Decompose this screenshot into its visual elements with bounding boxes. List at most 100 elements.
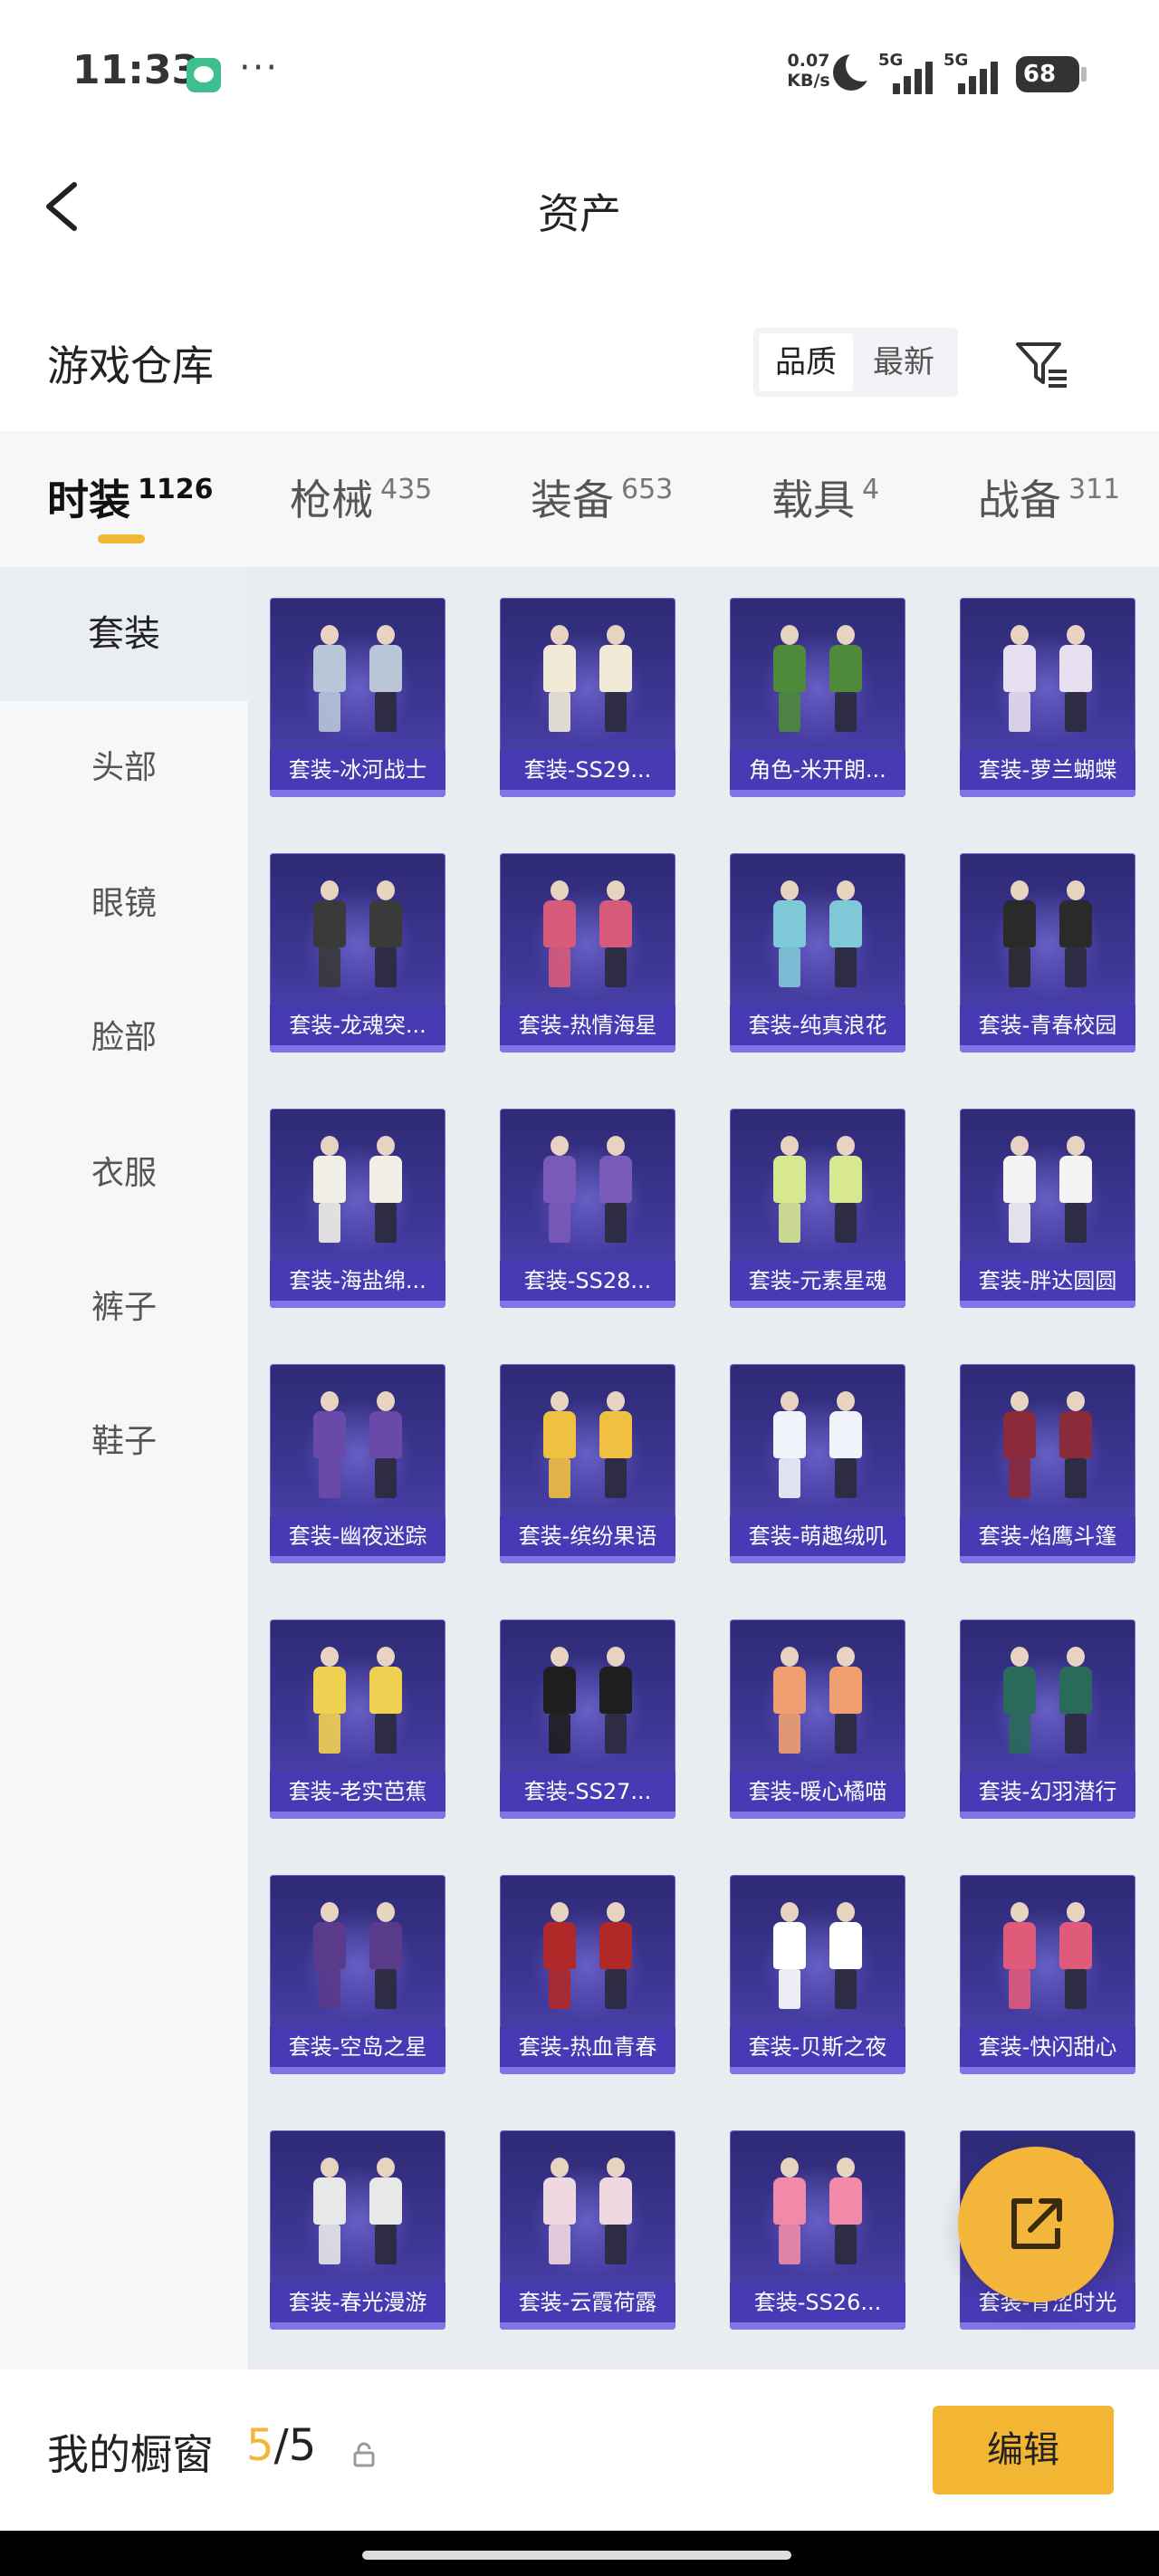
outfit-figure-icon <box>311 1902 348 2011</box>
tab-readiness[interactable]: 战备 311 <box>978 467 1121 524</box>
tab-guns[interactable]: 枪械 435 <box>290 467 432 524</box>
item-card[interactable]: 套装-贝斯之夜 <box>730 1875 905 2074</box>
item-rarity-bar <box>270 2067 445 2074</box>
outfit-figure-icon <box>1058 880 1094 989</box>
sort-newest-button[interactable]: 最新 <box>857 333 951 391</box>
more-dots-icon: ··· <box>239 47 280 89</box>
item-grid: 套装-冰河战士 套装-SS29... 角色-米开朗... 套装-萝兰蝴蝶套装-龙魂突.… <box>248 567 1159 2369</box>
item-card[interactable]: 套装-SS29... <box>500 598 675 797</box>
outfit-figure-icon <box>1001 880 1038 989</box>
item-card[interactable]: 套装-幽夜迷踪 <box>270 1364 445 1563</box>
item-rarity-bar <box>730 1556 905 1563</box>
item-card[interactable]: 套装-萌趣绒叽 <box>730 1364 905 1563</box>
item-card[interactable]: 套装-萝兰蝴蝶 <box>960 598 1135 797</box>
tab-vehicles[interactable]: 载具 4 <box>771 467 879 524</box>
outfit-figure-icon <box>828 1647 864 1755</box>
sidebar-item-glasses[interactable]: 眼镜 <box>0 837 248 971</box>
item-card[interactable]: 套装-SS27... <box>500 1620 675 1819</box>
sidebar-item-pants[interactable]: 裤子 <box>0 1241 248 1375</box>
item-card[interactable]: 套装-缤纷果语 <box>500 1364 675 1563</box>
edit-button[interactable]: 编辑 <box>933 2406 1114 2494</box>
item-card[interactable]: 套装-纯真浪花 <box>730 853 905 1053</box>
item-card[interactable]: 套装-云霞荷露 <box>500 2130 675 2330</box>
item-label: 套装-冰河战士 <box>270 750 445 790</box>
item-label: 套装-青春校园 <box>960 1005 1135 1045</box>
share-button[interactable] <box>958 2147 1114 2302</box>
filter-icon[interactable] <box>1012 335 1070 393</box>
item-card[interactable]: 套装-胖达圆圆 <box>960 1109 1135 1308</box>
sidebar-item-clothes[interactable]: 衣服 <box>0 1107 248 1241</box>
item-rarity-bar <box>270 1301 445 1308</box>
outfit-figure-icon <box>541 1391 578 1500</box>
item-card[interactable]: 套装-元素星魂 <box>730 1109 905 1308</box>
item-label: 角色-米开朗... <box>730 750 905 790</box>
item-rarity-bar <box>270 1812 445 1819</box>
item-rarity-bar <box>500 790 675 797</box>
outfit-figure-icon <box>541 1647 578 1755</box>
sim2-label: 5G <box>943 51 969 70</box>
item-rarity-bar <box>960 2067 1135 2074</box>
item-rarity-bar <box>730 2322 905 2330</box>
category-tabs: 时装 1126 枪械 435 装备 653 载具 4 战备 311 <box>0 431 1159 567</box>
item-label: 套装-暖心橘喵 <box>730 1772 905 1812</box>
item-card[interactable]: 角色-米开朗... <box>730 598 905 797</box>
item-rarity-bar <box>730 1045 905 1053</box>
warehouse-title: 游戏仓库 <box>47 341 214 390</box>
item-card[interactable]: 套装-龙魂突... <box>270 853 445 1053</box>
item-label: 套装-热情海星 <box>500 1005 675 1045</box>
sidebar-item-shoes[interactable]: 鞋子 <box>0 1375 248 1509</box>
sort-quality-button[interactable]: 品质 <box>759 333 853 391</box>
showcase-bar: 我的橱窗 5/5 编辑 <box>0 2369 1159 2531</box>
outfit-figure-icon <box>1001 1647 1038 1755</box>
outfit-figure-icon <box>771 1647 808 1755</box>
item-label: 套装-SS26... <box>730 2283 905 2322</box>
item-rarity-bar <box>960 1045 1135 1053</box>
home-indicator[interactable] <box>362 2551 791 2560</box>
item-card[interactable]: 套装-热血青春 <box>500 1875 675 2074</box>
outfit-figure-icon <box>368 880 404 989</box>
item-card[interactable]: 套装-老实芭蕉 <box>270 1620 445 1819</box>
tab-count: 1126 <box>138 474 214 505</box>
item-card[interactable]: 套装-海盐绵... <box>270 1109 445 1308</box>
item-rarity-bar <box>500 1812 675 1819</box>
outfit-figure-icon <box>1001 1136 1038 1245</box>
item-rarity-bar <box>960 1556 1135 1563</box>
outfit-figure-icon <box>828 1136 864 1245</box>
item-card[interactable]: 套装-SS26... <box>730 2130 905 2330</box>
item-rarity-bar <box>730 790 905 797</box>
item-label: 套装-空岛之星 <box>270 2027 445 2067</box>
showcase-count: 5/5 <box>246 2420 317 2471</box>
item-card[interactable]: 套装-热情海星 <box>500 853 675 1053</box>
outfit-figure-icon <box>771 625 808 734</box>
item-card[interactable]: 套装-青春校园 <box>960 853 1135 1053</box>
item-label: 套装-快闪甜心 <box>960 2027 1135 2067</box>
item-label: 套装-萌趣绒叽 <box>730 1516 905 1556</box>
item-card[interactable]: 套装-冰河战士 <box>270 598 445 797</box>
tab-equipment[interactable]: 装备 653 <box>531 467 673 524</box>
item-card[interactable]: 套装-焰鹰斗篷 <box>960 1364 1135 1563</box>
item-label: 套装-海盐绵... <box>270 1261 445 1301</box>
item-card[interactable]: 套装-SS28... <box>500 1109 675 1308</box>
item-card[interactable]: 套装-幻羽潜行 <box>960 1620 1135 1819</box>
item-label: 套装-幻羽潜行 <box>960 1772 1135 1812</box>
tab-label: 时装 <box>47 476 130 524</box>
item-card[interactable]: 套装-暖心橘喵 <box>730 1620 905 1819</box>
item-rarity-bar <box>270 1045 445 1053</box>
item-card[interactable]: 套装-空岛之星 <box>270 1875 445 2074</box>
sort-toggle: 品质 最新 <box>753 328 958 397</box>
outfit-figure-icon <box>311 2158 348 2266</box>
tab-label: 载具 <box>771 476 855 524</box>
outfit-figure-icon <box>828 880 864 989</box>
item-card[interactable]: 套装-春光漫游 <box>270 2130 445 2330</box>
outfit-figure-icon <box>541 625 578 734</box>
tab-count: 311 <box>1068 474 1121 505</box>
tab-fashion[interactable]: 时装 1126 <box>47 467 214 524</box>
sidebar-item-head[interactable]: 头部 <box>0 701 248 835</box>
item-rarity-bar <box>270 790 445 797</box>
sidebar-item-suit[interactable]: 套装 <box>0 567 248 701</box>
active-tab-indicator <box>98 534 145 543</box>
item-card[interactable]: 套装-快闪甜心 <box>960 1875 1135 2074</box>
system-nav-bar <box>0 2531 1159 2576</box>
item-label: 套装-焰鹰斗篷 <box>960 1516 1135 1556</box>
sidebar-item-face[interactable]: 脸部 <box>0 971 248 1105</box>
